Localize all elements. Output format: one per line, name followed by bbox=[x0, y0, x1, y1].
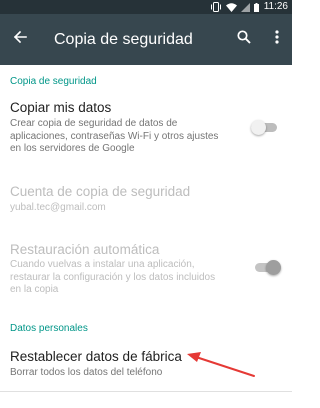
pref-backup-summary-line: en los servidores de Google bbox=[10, 143, 135, 154]
backup-toggle-switch[interactable] bbox=[251, 120, 277, 135]
status-icons: 11:26 bbox=[210, 0, 288, 14]
switch-thumb bbox=[251, 120, 266, 135]
signal-icon bbox=[240, 2, 250, 12]
pref-factory-reset-title: Restablecer datos de fábrica bbox=[10, 349, 182, 364]
battery-icon bbox=[253, 2, 259, 12]
pref-backup-summary-line: aplicaciones, contraseñas Wi-Fi y otros … bbox=[10, 130, 219, 142]
pref-account-title: Cuenta de copia de seguridad bbox=[10, 184, 191, 199]
more-options-button[interactable] bbox=[268, 28, 286, 50]
back-button[interactable] bbox=[8, 26, 32, 52]
section-header-backup: Copia de seguridad bbox=[10, 76, 97, 87]
section-header-personal: Datos personales bbox=[10, 323, 88, 334]
pref-backup-title: Copiar mis datos bbox=[10, 100, 112, 115]
status-bar: 11:26 bbox=[0, 0, 292, 14]
wifi-icon bbox=[225, 2, 237, 12]
list-divider bbox=[0, 391, 292, 392]
pref-restore-summary-line: restaurar la configuración y los datos i… bbox=[10, 271, 216, 283]
search-icon bbox=[237, 29, 251, 49]
pref-restore-title: Restauración automática bbox=[10, 242, 160, 257]
switch-thumb bbox=[266, 260, 281, 275]
status-time: 11:26 bbox=[263, 1, 288, 12]
search-button[interactable] bbox=[233, 28, 255, 50]
more-vert-icon bbox=[275, 29, 279, 49]
pref-factory-reset-summary: Borrar todos los datos del teléfono bbox=[10, 367, 163, 378]
vibrate-icon bbox=[210, 2, 222, 12]
pref-backup-summary-line: Crear copia de seguridad de datos de bbox=[10, 118, 178, 129]
app-bar: Copia de seguridad bbox=[0, 14, 292, 65]
page-title: Copia de seguridad bbox=[54, 31, 193, 48]
back-arrow-icon bbox=[13, 30, 27, 49]
pref-account-summary: yubal.tec@gmail.com bbox=[10, 202, 106, 213]
pref-restore-summary-line: Cuando vuelvas a instalar una aplicación… bbox=[10, 259, 195, 270]
auto-restore-toggle-switch[interactable] bbox=[255, 260, 281, 275]
pref-restore-summary-line: en la copia bbox=[10, 284, 59, 295]
